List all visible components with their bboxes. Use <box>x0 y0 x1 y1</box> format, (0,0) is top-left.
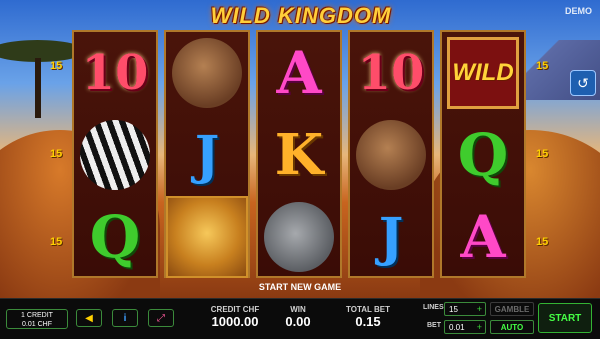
bet-plus-icon: + <box>476 322 482 332</box>
win-label: WIN <box>290 305 306 314</box>
symbol-queen: Q <box>457 121 509 189</box>
symbol-lion <box>166 196 248 278</box>
line-number-right-3: 15 <box>536 236 549 248</box>
symbol-queen: Q <box>89 203 141 271</box>
denomination-selector[interactable]: 1 CREDIT 0.01 CHF <box>6 309 68 329</box>
credit-label: CREDIT <box>210 305 241 314</box>
speaker-icon: ◀ <box>85 312 93 324</box>
bet-selector[interactable]: 0.01 + <box>444 320 486 334</box>
currency-label: CHF <box>242 305 260 314</box>
reel-5: WILD Q A <box>440 30 526 278</box>
symbol-ace: A <box>276 39 322 107</box>
history-icon: ↺ <box>577 74 589 91</box>
symbol-jack: J <box>378 206 404 268</box>
reel-4: 10 J <box>348 30 434 278</box>
rhino-icon <box>264 202 334 272</box>
symbol-king: K <box>274 122 324 188</box>
bet-value: 0.01 <box>449 322 465 332</box>
total-bet-display: TOTAL BET 0.15 <box>338 305 398 329</box>
auto-button[interactable]: AUTO <box>490 320 534 334</box>
win-display: WIN 0.00 <box>278 305 318 329</box>
credit-value: 1000.00 <box>211 314 259 329</box>
reel-1: 10 Q <box>72 30 158 278</box>
lion-icon <box>166 196 248 278</box>
symbol-jack: J <box>194 124 220 186</box>
control-panel: 1 CREDIT 0.01 CHF ◀ i ⤢ CREDIT CHF 1000.… <box>0 298 600 339</box>
history-button[interactable]: ↺ <box>570 70 596 96</box>
fullscreen-icon: ⤢ <box>157 312 165 324</box>
lines-label: LINES <box>423 304 444 311</box>
line-number-left-1: 15 <box>50 60 63 72</box>
info-icon: i <box>123 312 127 324</box>
fullscreen-button[interactable]: ⤢ <box>148 309 174 327</box>
line-number-right-2: 15 <box>536 148 549 160</box>
line-number-left-3: 15 <box>50 236 63 248</box>
reel-3: A K <box>256 30 342 278</box>
symbol-zebra <box>74 114 156 196</box>
warthog-icon <box>172 38 242 108</box>
zebra-icon <box>80 120 150 190</box>
status-message: START NEW GAME <box>258 282 342 292</box>
lines-value: 15 <box>449 304 458 314</box>
game-title: WILD KINGDOM <box>210 3 392 28</box>
demo-badge: DEMO <box>565 6 592 16</box>
credit-rate-line1: 1 CREDIT <box>21 312 53 319</box>
lines-selector[interactable]: 15 + <box>444 302 486 316</box>
symbol-ten: 10 <box>357 45 425 101</box>
credit-display: CREDIT CHF 1000.00 <box>200 305 270 329</box>
gamble-button[interactable]: GAMBLE <box>490 302 534 316</box>
start-button[interactable]: START <box>538 303 592 333</box>
total-bet-value: 0.15 <box>355 314 381 329</box>
sound-button[interactable]: ◀ <box>76 309 102 327</box>
symbol-ace: A <box>460 203 506 271</box>
reel-2: J <box>164 30 250 278</box>
symbol-ten: 10 <box>81 45 149 101</box>
symbol-rhino <box>258 196 340 278</box>
win-value: 0.00 <box>285 314 311 329</box>
lines-plus-icon: + <box>476 304 482 314</box>
credit-rate-line2: 0.01 CHF <box>22 321 52 328</box>
total-bet-label: TOTAL BET <box>346 305 390 314</box>
line-number-left-2: 15 <box>50 148 63 160</box>
line-number-right-1: 15 <box>536 60 549 72</box>
info-button[interactable]: i <box>112 309 138 327</box>
symbol-warthog <box>166 32 248 114</box>
symbol-warthog <box>350 114 432 196</box>
warthog-icon <box>356 120 426 190</box>
symbol-wild: WILD <box>442 32 524 114</box>
bet-label: BET <box>427 322 441 329</box>
